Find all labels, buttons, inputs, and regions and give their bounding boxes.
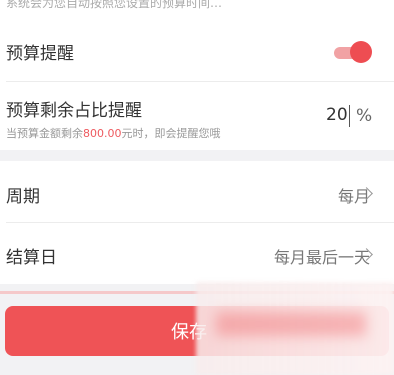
toggle-knob xyxy=(350,41,372,63)
hint-prefix: 当预算金额剩余 xyxy=(6,127,83,140)
budget-reminder-toggle[interactable] xyxy=(334,41,372,63)
top-hint-text: 系统会为您自动按照您设置的预算时间… xyxy=(6,0,223,10)
percent-unit: % xyxy=(356,106,373,126)
budget-reminder-label: 预算提醒 xyxy=(6,44,74,64)
text-caret xyxy=(349,105,350,127)
remaining-ratio-hint: 当预算金额剩余800.00元时，即会提醒您哦 xyxy=(6,125,221,141)
budget-reminder-row: 预算提醒 xyxy=(0,22,394,80)
period-row[interactable]: 周期 每月 xyxy=(0,161,394,222)
settlement-day-row[interactable]: 结算日 每月最后一天 xyxy=(0,223,394,284)
blur-overlay xyxy=(196,282,394,375)
hint-suffix: 元时，即会提醒您哦 xyxy=(121,127,221,140)
divider xyxy=(6,81,394,82)
top-hint: 系统会为您自动按照您设置的预算时间… xyxy=(0,0,394,22)
hint-amount: 800.00 xyxy=(83,127,122,140)
schedule-card: 周期 每月 结算日 每月最后一天 xyxy=(0,161,394,284)
settlement-day-value: 每月最后一天 xyxy=(273,248,370,267)
remaining-ratio-label: 预算剩余占比提醒 xyxy=(6,101,142,121)
settlement-day-label: 结算日 xyxy=(6,248,57,268)
period-label: 周期 xyxy=(6,187,40,207)
remaining-ratio-input[interactable] xyxy=(326,104,348,126)
